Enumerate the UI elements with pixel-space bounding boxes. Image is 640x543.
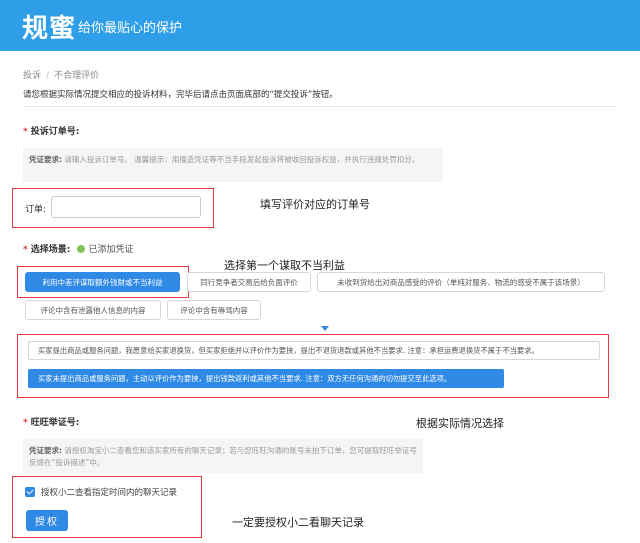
evidence-added-status: 已添加凭证 [77,245,133,255]
order-annotation: 填写评价对应的订单号 [260,198,370,211]
suboption-annotation: 根据实际情况选择 [416,417,504,430]
scene-section-title-text: 选择场景: [30,245,71,255]
scene-chip-abusive[interactable]: 评论中含有辱骂内容 [167,300,261,320]
authorize-checkbox-row[interactable]: 授权小二查看指定时间内的聊天记录 [25,486,177,498]
required-mark: * [23,127,28,137]
notice-label: 凭证要求: [29,155,62,164]
checkmark-icon[interactable] [25,487,35,497]
divider [23,106,617,107]
authorize-button[interactable]: 授权 [26,510,68,531]
required-mark: * [23,418,28,428]
breadcrumb-separator: / [46,71,50,81]
scene-chip-improper-benefit[interactable]: 利用中差评谋取额外钱财或不当利益 [25,272,180,292]
breadcrumb-item-current: 不合理评价 [54,71,100,81]
breadcrumb-item-complaint[interactable]: 投诉 [23,71,41,81]
evidence-added-label: 已添加凭证 [88,245,134,255]
scene-chip-competitor[interactable]: 同行竞争者交易后给负面评价 [187,272,311,292]
suboption-refund-refused[interactable]: 买家提出商品或服务问题，我愿意给买家退换货，但买家拒绝并以评价作为要挟，提出不退… [28,341,600,360]
wangwang-section-title: * 旺旺举证号: [23,415,79,428]
order-number-input[interactable] [51,196,201,218]
scene-annotation: 选择第一个谋取不当利益 [224,259,345,272]
app-header: 规蜜 给你最贴心的保护 [0,0,640,51]
caret-down-icon [321,326,329,331]
authorize-checkbox-label[interactable]: 授权小二查看指定时间内的聊天记录 [41,486,177,498]
authorize-annotation: 一定要授权小二看聊天记录 [232,516,364,529]
notice-text: 请授权淘宝小二查看您和该买家所有的聊天记录；若与您旺旺沟通的账号未拍下订单，您可… [29,446,417,467]
scene-chip-privacy-leak[interactable]: 评论中含有泄露他人信息的内容 [25,300,161,320]
required-mark: * [23,245,28,255]
order-input-label: 订单: [25,205,47,215]
scene-chip-not-received[interactable]: 未收到货给出对商品感受的评价（单纯对服务、物流的感受不属于该场景） [317,272,605,292]
order-section-title-text: 投诉订单号: [30,127,80,137]
order-notice: 凭证要求: 请输入投诉订单号。 温馨提示：用擅造凭证等不当手段发起投诉将被收回投… [23,148,443,182]
suboption-threat-without-issue[interactable]: 买家未提出商品或服务问题，主动以评价作为要挟，提出钱款返利或其他不当要求. 注意… [28,369,504,388]
app-logo[interactable]: 规蜜 [22,8,76,45]
order-section-title: * 投诉订单号: [23,124,79,137]
breadcrumb: 投诉 / 不合理评价 [23,68,99,81]
notice-text: 请输入投诉订单号。 温馨提示：用擅造凭证等不当手段发起投诉将被收回投诉权益，并执… [64,155,420,164]
app-slogan: 给你最贴心的保护 [78,21,183,36]
notice-label: 凭证要求: [29,446,62,455]
wangwang-notice: 凭证要求: 请授权淘宝小二查看您和该买家所有的聊天记录；若与您旺旺沟通的账号未拍… [23,439,423,473]
wangwang-section-title-text: 旺旺举证号: [30,418,80,428]
scene-section-title: * 选择场景: 已添加凭证 [23,242,133,255]
green-dot-icon [77,245,86,253]
page-instruction: 请您根据实际情况提交相应的投诉材料，完毕后请点击页面底部的“提交投诉”按钮。 [23,90,338,100]
